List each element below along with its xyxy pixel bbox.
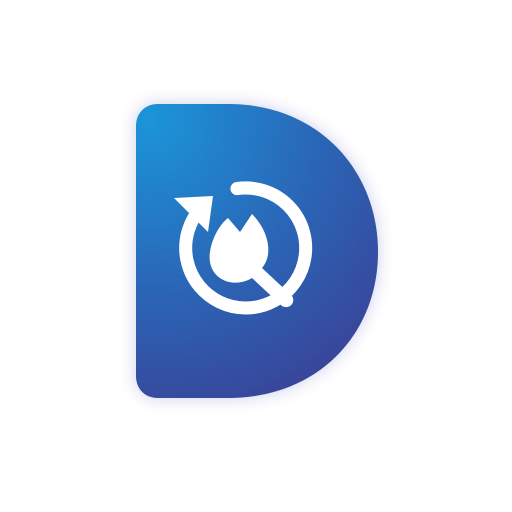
d-letter-logo: [136, 104, 378, 398]
app-icon-canvas: [0, 0, 512, 512]
